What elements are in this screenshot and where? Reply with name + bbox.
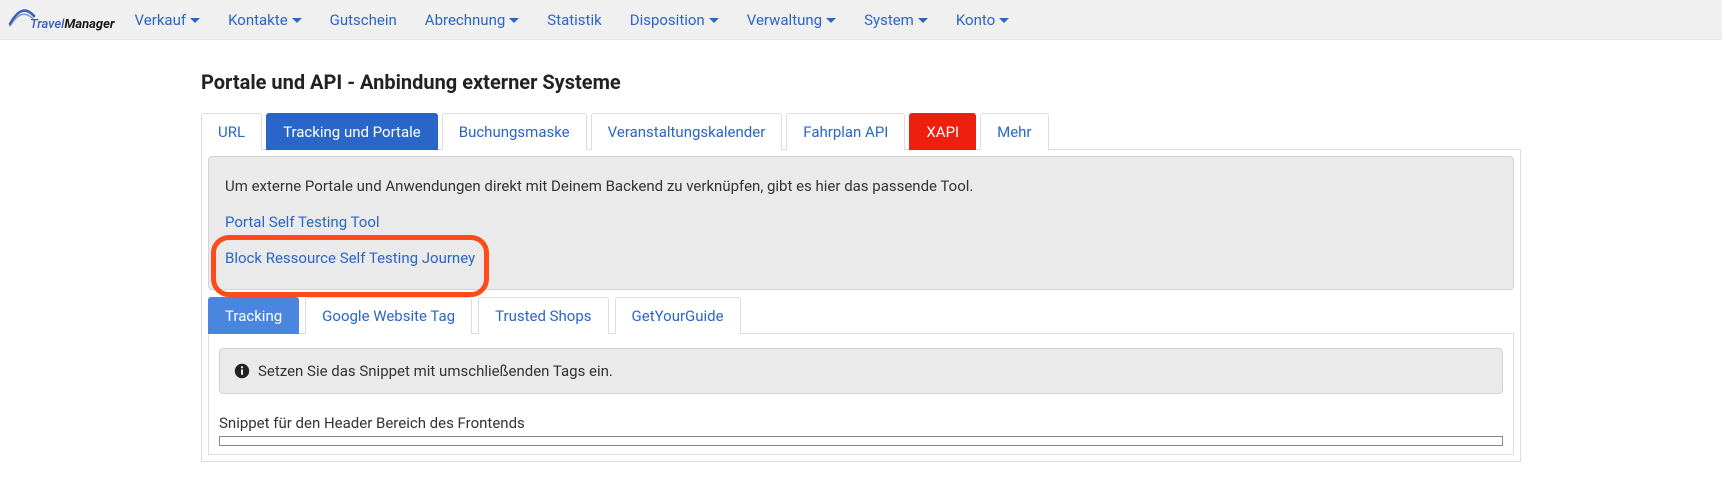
- caret-down-icon: [292, 18, 302, 23]
- nav-disposition[interactable]: Disposition: [630, 11, 719, 29]
- subtab-getyourguide[interactable]: GetYourGuide: [615, 297, 741, 334]
- subtab-panel: Setzen Sie das Snippet mit umschließende…: [208, 334, 1514, 455]
- app-logo[interactable]: TravelManager: [8, 8, 115, 32]
- nav-label: Konto: [956, 11, 995, 29]
- tab-label: URL: [218, 123, 245, 141]
- caret-down-icon: [709, 18, 719, 23]
- tab-mehr[interactable]: Mehr: [980, 113, 1048, 150]
- tab-label: Buchungsmaske: [459, 123, 570, 141]
- tab-veranstaltungskalender[interactable]: Veranstaltungskalender: [591, 113, 783, 150]
- caret-down-icon: [509, 18, 519, 23]
- link-block-ressource-self-testing-journey[interactable]: Block Ressource Self Testing Journey: [225, 249, 475, 267]
- tab-url[interactable]: URL: [201, 113, 262, 150]
- nav-label: Disposition: [630, 11, 705, 29]
- subtab-tracking[interactable]: Tracking: [208, 297, 299, 334]
- info-box: Um externe Portale und Anwendungen direk…: [208, 156, 1514, 290]
- nav-label: Verkauf: [135, 11, 187, 29]
- nav-verkauf[interactable]: Verkauf: [135, 11, 201, 29]
- tab-label: XAPI: [926, 123, 959, 141]
- tab-label: Fahrplan API: [803, 123, 888, 141]
- caret-down-icon: [826, 18, 836, 23]
- subtab-label: GetYourGuide: [632, 307, 724, 325]
- nav-statistik[interactable]: Statistik: [547, 11, 601, 29]
- tab-buchungsmaske[interactable]: Buchungsmaske: [442, 113, 587, 150]
- tab-xapi[interactable]: XAPI: [909, 113, 976, 150]
- caret-down-icon: [918, 18, 928, 23]
- main-content: Portale und API - Anbindung externer Sys…: [201, 40, 1521, 462]
- snippet-header-label: Snippet für den Header Bereich des Front…: [219, 414, 1503, 432]
- nav-label: Abrechnung: [425, 11, 505, 29]
- nav-konto[interactable]: Konto: [956, 11, 1009, 29]
- nav-system[interactable]: System: [864, 11, 928, 29]
- nav-verwaltung[interactable]: Verwaltung: [747, 11, 836, 29]
- tab-label: Tracking und Portale: [283, 123, 421, 141]
- callout-text: Setzen Sie das Snippet mit umschließende…: [258, 362, 613, 380]
- tab-label: Veranstaltungskalender: [608, 123, 766, 141]
- snippet-callout: Setzen Sie das Snippet mit umschließende…: [219, 348, 1503, 394]
- nav-kontakte[interactable]: Kontakte: [228, 11, 302, 29]
- info-icon: [234, 363, 250, 379]
- nav-label: Verwaltung: [747, 11, 822, 29]
- nav-gutschein[interactable]: Gutschein: [330, 11, 397, 29]
- link-portal-self-testing-tool[interactable]: Portal Self Testing Tool: [225, 213, 380, 231]
- page-title: Portale und API - Anbindung externer Sys…: [201, 70, 1521, 94]
- subtab-label: Trusted Shops: [495, 307, 591, 325]
- tab-tracking-und-portale[interactable]: Tracking und Portale: [266, 113, 438, 150]
- logo-text-manager: Manager: [64, 17, 114, 32]
- nav-label: Gutschein: [330, 11, 397, 29]
- tab-label: Mehr: [997, 123, 1031, 141]
- nav-label: Statistik: [547, 11, 601, 29]
- caret-down-icon: [190, 18, 200, 23]
- logo-text-travel: Travel: [30, 17, 64, 32]
- subtab-label: Google Website Tag: [322, 307, 455, 325]
- snippet-header-input[interactable]: [219, 436, 1503, 446]
- info-text: Um externe Portale und Anwendungen direk…: [225, 177, 1497, 195]
- tab-fahrplan-api[interactable]: Fahrplan API: [786, 113, 905, 150]
- nav-label: Kontakte: [228, 11, 288, 29]
- tab-panel: Um externe Portale und Anwendungen direk…: [201, 150, 1521, 462]
- sub-tabs: Tracking Google Website Tag Trusted Shop…: [208, 296, 1514, 334]
- main-nav: Verkauf Kontakte Gutschein Abrechnung St…: [135, 11, 1010, 29]
- caret-down-icon: [999, 18, 1009, 23]
- primary-tabs: URL Tracking und Portale Buchungsmaske V…: [201, 112, 1521, 150]
- topbar: TravelManager Verkauf Kontakte Gutschein…: [0, 0, 1722, 40]
- subtab-label: Tracking: [225, 307, 282, 325]
- nav-label: System: [864, 11, 914, 29]
- subtab-google-website-tag[interactable]: Google Website Tag: [305, 297, 472, 334]
- nav-abrechnung[interactable]: Abrechnung: [425, 11, 519, 29]
- subtab-trusted-shops[interactable]: Trusted Shops: [478, 297, 608, 334]
